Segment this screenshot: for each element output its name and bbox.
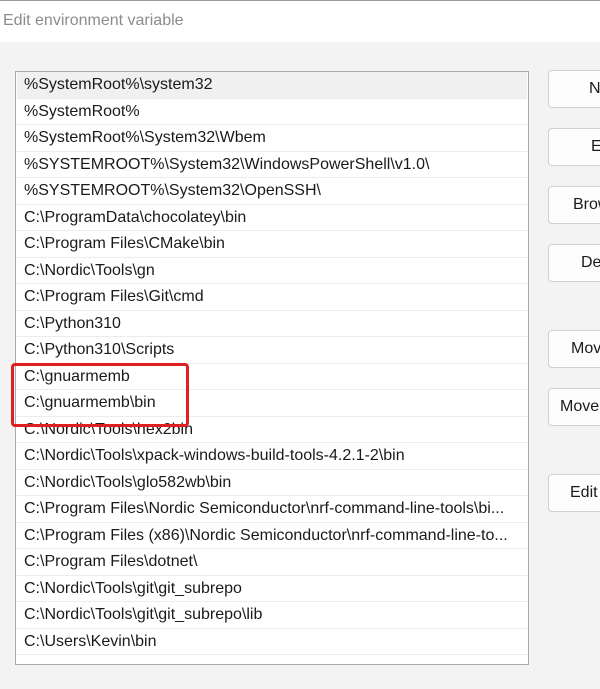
window-title: Edit environment variable — [3, 12, 184, 29]
list-item[interactable]: C:\Nordic\Tools\gn — [17, 258, 527, 284]
list-item[interactable]: C:\Program Files\Nordic Semiconductor\nr… — [17, 496, 527, 523]
title-bar: Edit environment variable — [0, 0, 600, 42]
list-item[interactable]: C:\Program Files\Git\cmd — [17, 284, 527, 311]
list-item[interactable]: %SYSTEMROOT%\System32\WindowsPowerShell\… — [17, 152, 527, 178]
list-item[interactable]: C:\Nordic\Tools\glo582wb\bin — [17, 470, 527, 496]
list-item[interactable]: C:\Nordic\Tools\git\git_subrepo\lib — [17, 602, 527, 629]
list-item[interactable]: C:\Nordic\Tools\xpack-windows-build-tool… — [17, 443, 527, 470]
list-item[interactable]: C:\Users\Kevin\bin — [17, 629, 527, 655]
list-item[interactable]: C:\Nordic\Tools\git\git_subrepo — [17, 576, 527, 602]
move-up-button[interactable]: Mov — [548, 330, 600, 368]
delete-button[interactable]: De — [548, 244, 600, 282]
list-item[interactable]: C:\Python310\Scripts — [17, 337, 527, 364]
move-down-button[interactable]: Move — [548, 388, 600, 426]
list-item[interactable]: %SystemRoot% — [17, 99, 527, 125]
list-item[interactable]: %SYSTEMROOT%\System32\OpenSSH\ — [17, 178, 527, 205]
edit-env-variable-dialog: Edit environment variable %SystemRoot%\s… — [0, 0, 600, 689]
list-item[interactable]: %SystemRoot%\system32 — [17, 72, 527, 99]
new-button[interactable]: N — [548, 70, 600, 108]
edit-button[interactable]: Ed — [548, 128, 600, 166]
list-item[interactable]: C:\Nordic\Tools\hex2bin — [17, 417, 527, 443]
list-item[interactable]: C:\ProgramData\chocolatey\bin — [17, 205, 527, 231]
list-item[interactable]: %SystemRoot%\System32\Wbem — [17, 125, 527, 152]
list-item[interactable]: C:\Program Files\dotnet\ — [17, 549, 527, 576]
list-item[interactable]: C:\Program Files (x86)\Nordic Semiconduc… — [17, 523, 527, 549]
list-item-gnuarmemb[interactable]: C:\gnuarmemb — [17, 364, 527, 390]
list-item-gnuarmemb-bin[interactable]: C:\gnuarmemb\bin — [17, 390, 527, 417]
list-item[interactable]: C:\Python310 — [17, 311, 527, 337]
list-item[interactable]: C:\Program Files\CMake\bin — [17, 231, 527, 258]
edit-text-button[interactable]: Edit — [548, 474, 600, 512]
browse-button[interactable]: Brow — [548, 186, 600, 224]
path-list[interactable]: %SystemRoot%\system32 %SystemRoot% %Syst… — [15, 71, 529, 665]
